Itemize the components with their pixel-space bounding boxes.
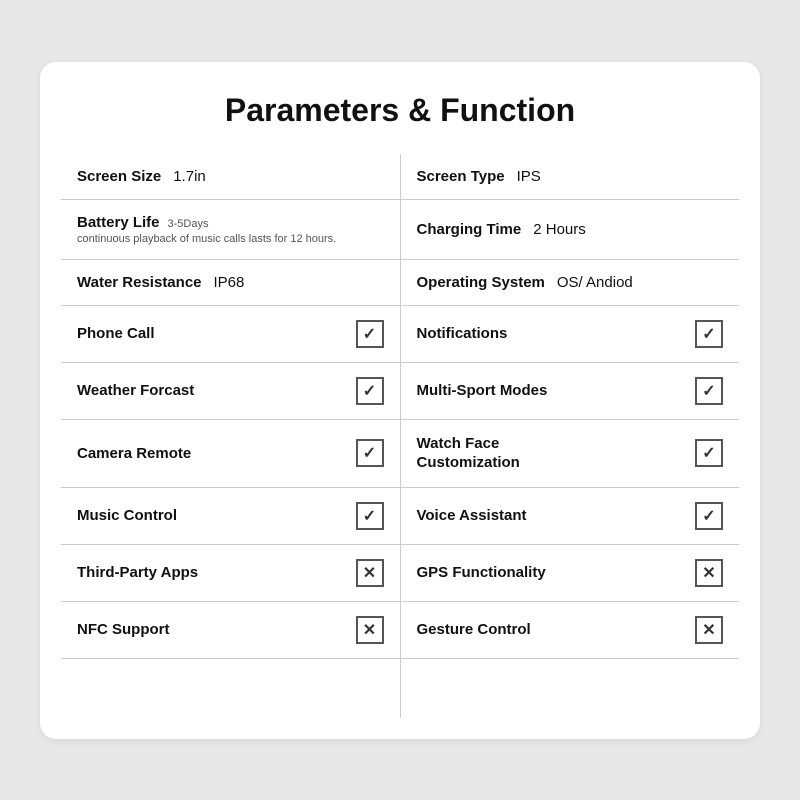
- right-cell-2: Operating System OS/ Andiod: [400, 259, 740, 305]
- feature-label: Gesture Control: [417, 621, 531, 638]
- right-cell-3: Notifications: [400, 305, 740, 362]
- check-icon: [356, 320, 384, 348]
- feature-note: 3-5Days: [168, 218, 209, 230]
- feature-label: Operating System: [417, 274, 545, 291]
- feature-value: OS/ Andiod: [557, 274, 633, 291]
- right-cell-9: [400, 658, 740, 718]
- feature-value: 1.7in: [173, 168, 206, 185]
- feature-label: Camera Remote: [77, 445, 191, 462]
- left-cell-5: Camera Remote: [61, 419, 401, 487]
- check-icon: [356, 439, 384, 467]
- feature-label: Voice Assistant: [417, 507, 527, 524]
- right-cell-0: Screen Type IPS: [400, 153, 740, 199]
- params-table: Screen Size 1.7in Screen Type IPS Battery Li…: [60, 153, 740, 719]
- left-cell-8: NFC Support: [61, 601, 401, 658]
- left-cell-6: Music Control: [61, 487, 401, 544]
- left-cell-3: Phone Call: [61, 305, 401, 362]
- right-cell-4: Multi-Sport Modes: [400, 362, 740, 419]
- left-cell-7: Third-Party Apps: [61, 544, 401, 601]
- check-icon: [356, 502, 384, 530]
- feature-value: 2 Hours: [533, 221, 586, 238]
- right-cell-6: Voice Assistant: [400, 487, 740, 544]
- feature-note: continuous playback of music calls lasts…: [77, 233, 384, 245]
- feature-label: Multi-Sport Modes: [417, 381, 548, 401]
- check-icon: [695, 377, 723, 405]
- feature-label: Notifications: [417, 325, 508, 342]
- feature-label: Charging Time: [417, 221, 522, 238]
- feature-label: Water Resistance: [77, 274, 202, 291]
- feature-label: Weather Forcast: [77, 382, 194, 399]
- check-icon: [695, 320, 723, 348]
- right-cell-1: Charging Time 2 Hours: [400, 199, 740, 259]
- feature-value: IP68: [214, 274, 245, 291]
- feature-label: Watch Face Customization: [417, 434, 577, 473]
- right-cell-7: GPS Functionality: [400, 544, 740, 601]
- x-icon: [695, 559, 723, 587]
- feature-label: Screen Size: [77, 168, 161, 185]
- feature-value: IPS: [517, 168, 541, 185]
- x-icon: [356, 616, 384, 644]
- card: Parameters & Function Screen Size1.7inSc…: [40, 62, 760, 739]
- feature-label: Screen Type: [417, 168, 505, 185]
- feature-label: Third-Party Apps: [77, 564, 198, 581]
- left-cell-9: [61, 658, 401, 718]
- feature-label: Phone Call: [77, 325, 155, 342]
- check-icon: [356, 377, 384, 405]
- left-cell-0: Screen Size 1.7in: [61, 153, 401, 199]
- right-cell-8: Gesture Control: [400, 601, 740, 658]
- page-title: Parameters & Function: [60, 92, 740, 129]
- feature-label: NFC Support: [77, 621, 169, 638]
- left-cell-2: Water Resistance IP68: [61, 259, 401, 305]
- left-cell-1: Battery Life 3-5Days continuous playback o…: [61, 199, 401, 259]
- check-icon: [695, 439, 723, 467]
- feature-label: Battery Life: [77, 214, 160, 231]
- x-icon: [356, 559, 384, 587]
- check-icon: [695, 502, 723, 530]
- feature-label: Music Control: [77, 507, 177, 524]
- right-cell-5: Watch Face Customization: [400, 419, 740, 487]
- x-icon: [695, 616, 723, 644]
- left-cell-4: Weather Forcast: [61, 362, 401, 419]
- feature-label: GPS Functionality: [417, 564, 546, 581]
